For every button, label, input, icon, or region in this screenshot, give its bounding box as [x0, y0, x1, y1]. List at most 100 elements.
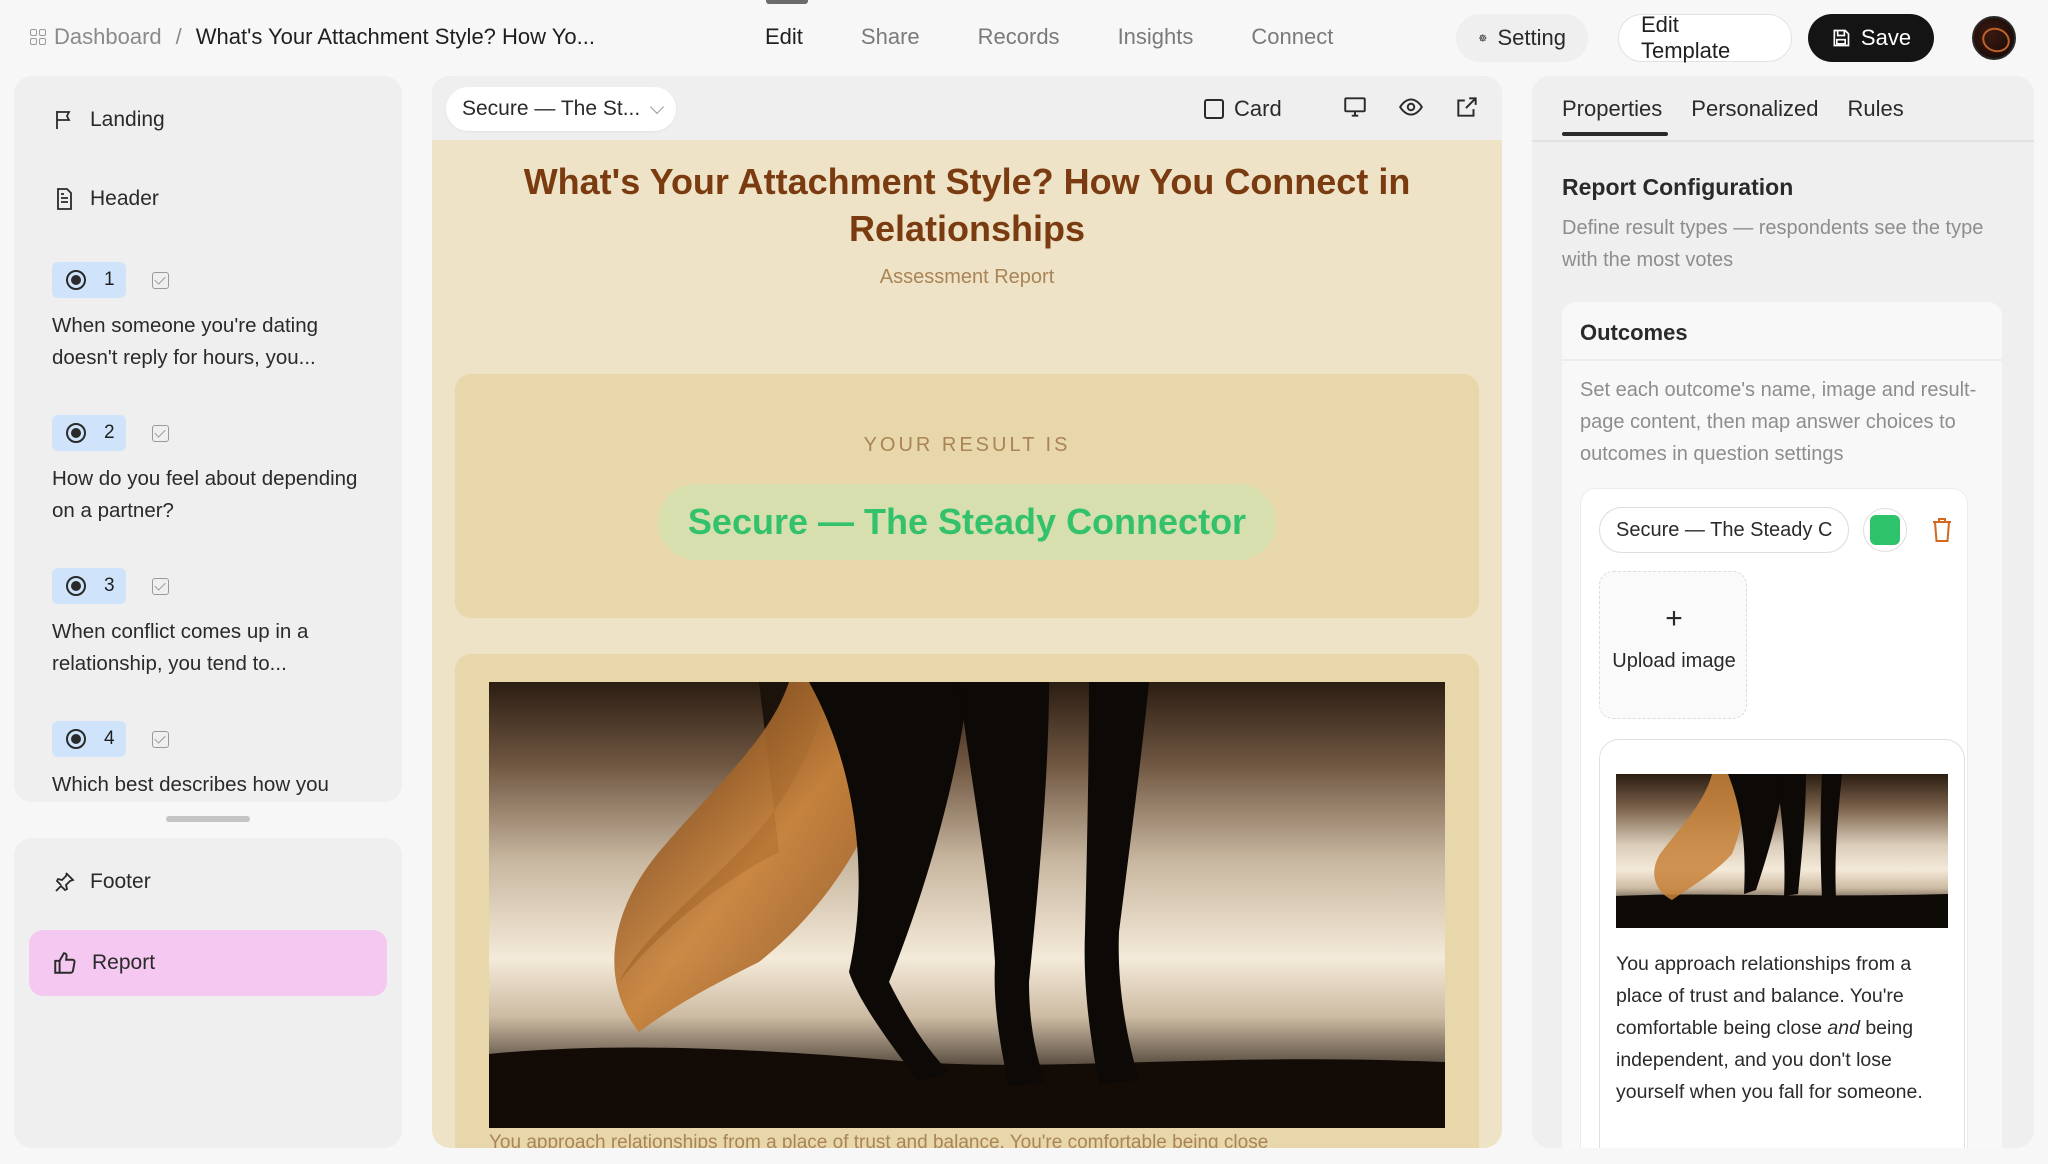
outcomes-divider — [1562, 359, 2002, 361]
radio-icon — [66, 729, 86, 749]
question-text: How do you feel about depending on a par… — [52, 467, 358, 522]
save-label: Save — [1860, 25, 1912, 50]
sidebar-question-3[interactable]: 3 When conflict comes up in a relationsh… — [52, 568, 372, 680]
sidebar-item-label: Footer — [90, 870, 151, 893]
outcomes-desc: Set each outcome's name, image and resul… — [1580, 379, 1977, 465]
sidebar-item-label: Report — [92, 951, 156, 974]
result-label: YOUR RESULT IS — [863, 434, 1071, 456]
breadcrumb-separator: / — [175, 24, 182, 49]
thumbs-up-icon — [54, 952, 76, 974]
avatar[interactable] — [1972, 16, 2016, 60]
tab-share[interactable]: Share — [832, 0, 949, 76]
properties-panel: Properties Personalized Rules Report Con… — [1532, 76, 2034, 1148]
sidebar-item-label: Header — [90, 187, 159, 210]
outcomes-section: Outcomes Set each outcome's name, image … — [1562, 302, 2002, 1148]
report-subtitle: Assessment Report — [879, 266, 1055, 288]
outcome-name-input[interactable] — [1599, 507, 1849, 553]
outcome-variant-select[interactable]: Secure — The St... — [446, 87, 676, 131]
question-number: 1 — [104, 269, 115, 290]
breadcrumb-dashboard-label: Dashboard — [54, 24, 162, 49]
flag-icon — [56, 111, 71, 129]
sidebar-question-2[interactable]: 2 How do you feel about depending on a p… — [52, 415, 372, 527]
checkbox-icon — [152, 730, 169, 748]
breadcrumb-dashboard[interactable]: Dashboard — [30, 24, 162, 50]
tab-insights[interactable]: Insights — [1089, 0, 1223, 76]
upload-image-button[interactable]: + Upload image — [1599, 571, 1747, 719]
report-preview-canvas: Secure — The St... Card What's Your Atta… — [432, 76, 1502, 1148]
checkbox-icon — [152, 271, 169, 289]
tab-records[interactable]: Records — [949, 0, 1089, 76]
setting-label: Setting — [1497, 25, 1567, 50]
upload-image-label: Upload image — [1612, 650, 1736, 672]
outcome-preview-card: You approach relationships from a place … — [1599, 739, 1965, 1148]
checkbox-icon — [152, 424, 169, 442]
radio-icon — [66, 576, 86, 596]
card-label: Card — [1234, 96, 1282, 121]
external-link-icon[interactable] — [1454, 94, 1480, 120]
question-type-pill: 4 — [52, 721, 126, 757]
gear-icon — [1478, 34, 1487, 42]
outcome-preview-text: You approach relationships from a place … — [1616, 948, 1952, 1108]
setting-button[interactable]: Setting — [1456, 14, 1588, 62]
square-checkbox-icon — [1204, 99, 1224, 119]
sidebar-item-footer[interactable]: Footer — [52, 870, 151, 894]
tabs-divider — [1532, 140, 2034, 142]
sidebar-item-header[interactable]: Header — [52, 187, 159, 211]
save-icon — [1833, 29, 1850, 47]
question-number: 2 — [104, 422, 115, 443]
card-toggle[interactable]: Card — [1204, 96, 1282, 122]
checkbox-icon — [152, 577, 169, 595]
question-type-pill: 1 — [52, 262, 126, 298]
main-tabs: Edit Share Records Insights Connect — [736, 0, 1362, 76]
question-text: When conflict comes up in a relationship… — [52, 620, 309, 675]
edit-template-button[interactable]: Edit Template — [1618, 12, 1792, 63]
resize-handle[interactable] — [166, 816, 250, 822]
sidebar-question-4[interactable]: 4 Which best describes how you — [52, 721, 372, 801]
variant-select-value: Secure — The St... — [462, 97, 641, 120]
trash-icon[interactable] — [1931, 517, 1953, 543]
sidebar-item-landing[interactable]: Landing — [52, 108, 165, 132]
question-number: 3 — [104, 575, 115, 596]
radio-icon — [66, 270, 86, 290]
outcome-photo — [489, 682, 1445, 1128]
tab-connect[interactable]: Connect — [1222, 0, 1362, 76]
question-text: When someone you're dating doesn't reply… — [52, 314, 319, 369]
tab-edit[interactable]: Edit — [736, 0, 832, 76]
chevron-down-icon — [650, 99, 665, 114]
question-text: Which best describes how you — [52, 773, 329, 796]
question-number: 4 — [104, 728, 115, 749]
report-configuration-desc: Define result types — respondents see th… — [1562, 217, 1984, 271]
canvas-toolbar: Secure — The St... Card — [432, 76, 1502, 140]
outcome-thumbnail — [1616, 774, 1948, 928]
outcomes-title: Outcomes — [1580, 320, 1688, 345]
question-type-pill: 3 — [52, 568, 126, 604]
tab-rules[interactable]: Rules — [1847, 96, 1903, 136]
top-bar: Dashboard / What's Your Attachment Style… — [0, 0, 2048, 76]
save-button[interactable]: Save — [1808, 14, 1934, 62]
outcome-description-peek: You approach relationships from a place … — [489, 1132, 1269, 1148]
outcome-color-picker[interactable] — [1863, 508, 1907, 552]
radio-icon — [66, 423, 86, 443]
sidebar-question-1[interactable]: 1 When someone you're dating doesn't rep… — [52, 262, 372, 374]
preview-text-emphasis: and — [1827, 1017, 1860, 1039]
sidebar-item-label: Landing — [90, 108, 165, 131]
sections-sidebar: Landing Header 1 When someone you're dat… — [14, 76, 402, 802]
result-card: YOUR RESULT IS Secure — The Steady Conne… — [455, 374, 1479, 618]
dashboard-grid-icon — [30, 29, 46, 45]
question-type-pill: 2 — [52, 415, 126, 451]
report-title: What's Your Attachment Style? How You Co… — [523, 161, 1411, 249]
document-icon — [57, 188, 72, 210]
breadcrumb: Dashboard / What's Your Attachment Style… — [30, 24, 595, 50]
plus-icon: + — [1665, 602, 1683, 635]
result-value: Secure — The Steady Connector — [658, 484, 1276, 560]
properties-tabs: Properties Personalized Rules — [1562, 96, 1904, 136]
sidebar-item-report[interactable]: Report — [29, 930, 387, 996]
outcome-item: + Upload image You approach relationship… — [1580, 488, 1968, 1148]
report-configuration-title: Report Configuration — [1562, 174, 1794, 200]
pin-icon — [55, 872, 75, 892]
eye-icon[interactable] — [1398, 94, 1424, 120]
breadcrumb-current: What's Your Attachment Style? How Yo... — [195, 24, 595, 49]
desktop-icon[interactable] — [1342, 94, 1368, 120]
tab-personalized[interactable]: Personalized — [1691, 96, 1818, 136]
tab-properties[interactable]: Properties — [1562, 96, 1669, 136]
